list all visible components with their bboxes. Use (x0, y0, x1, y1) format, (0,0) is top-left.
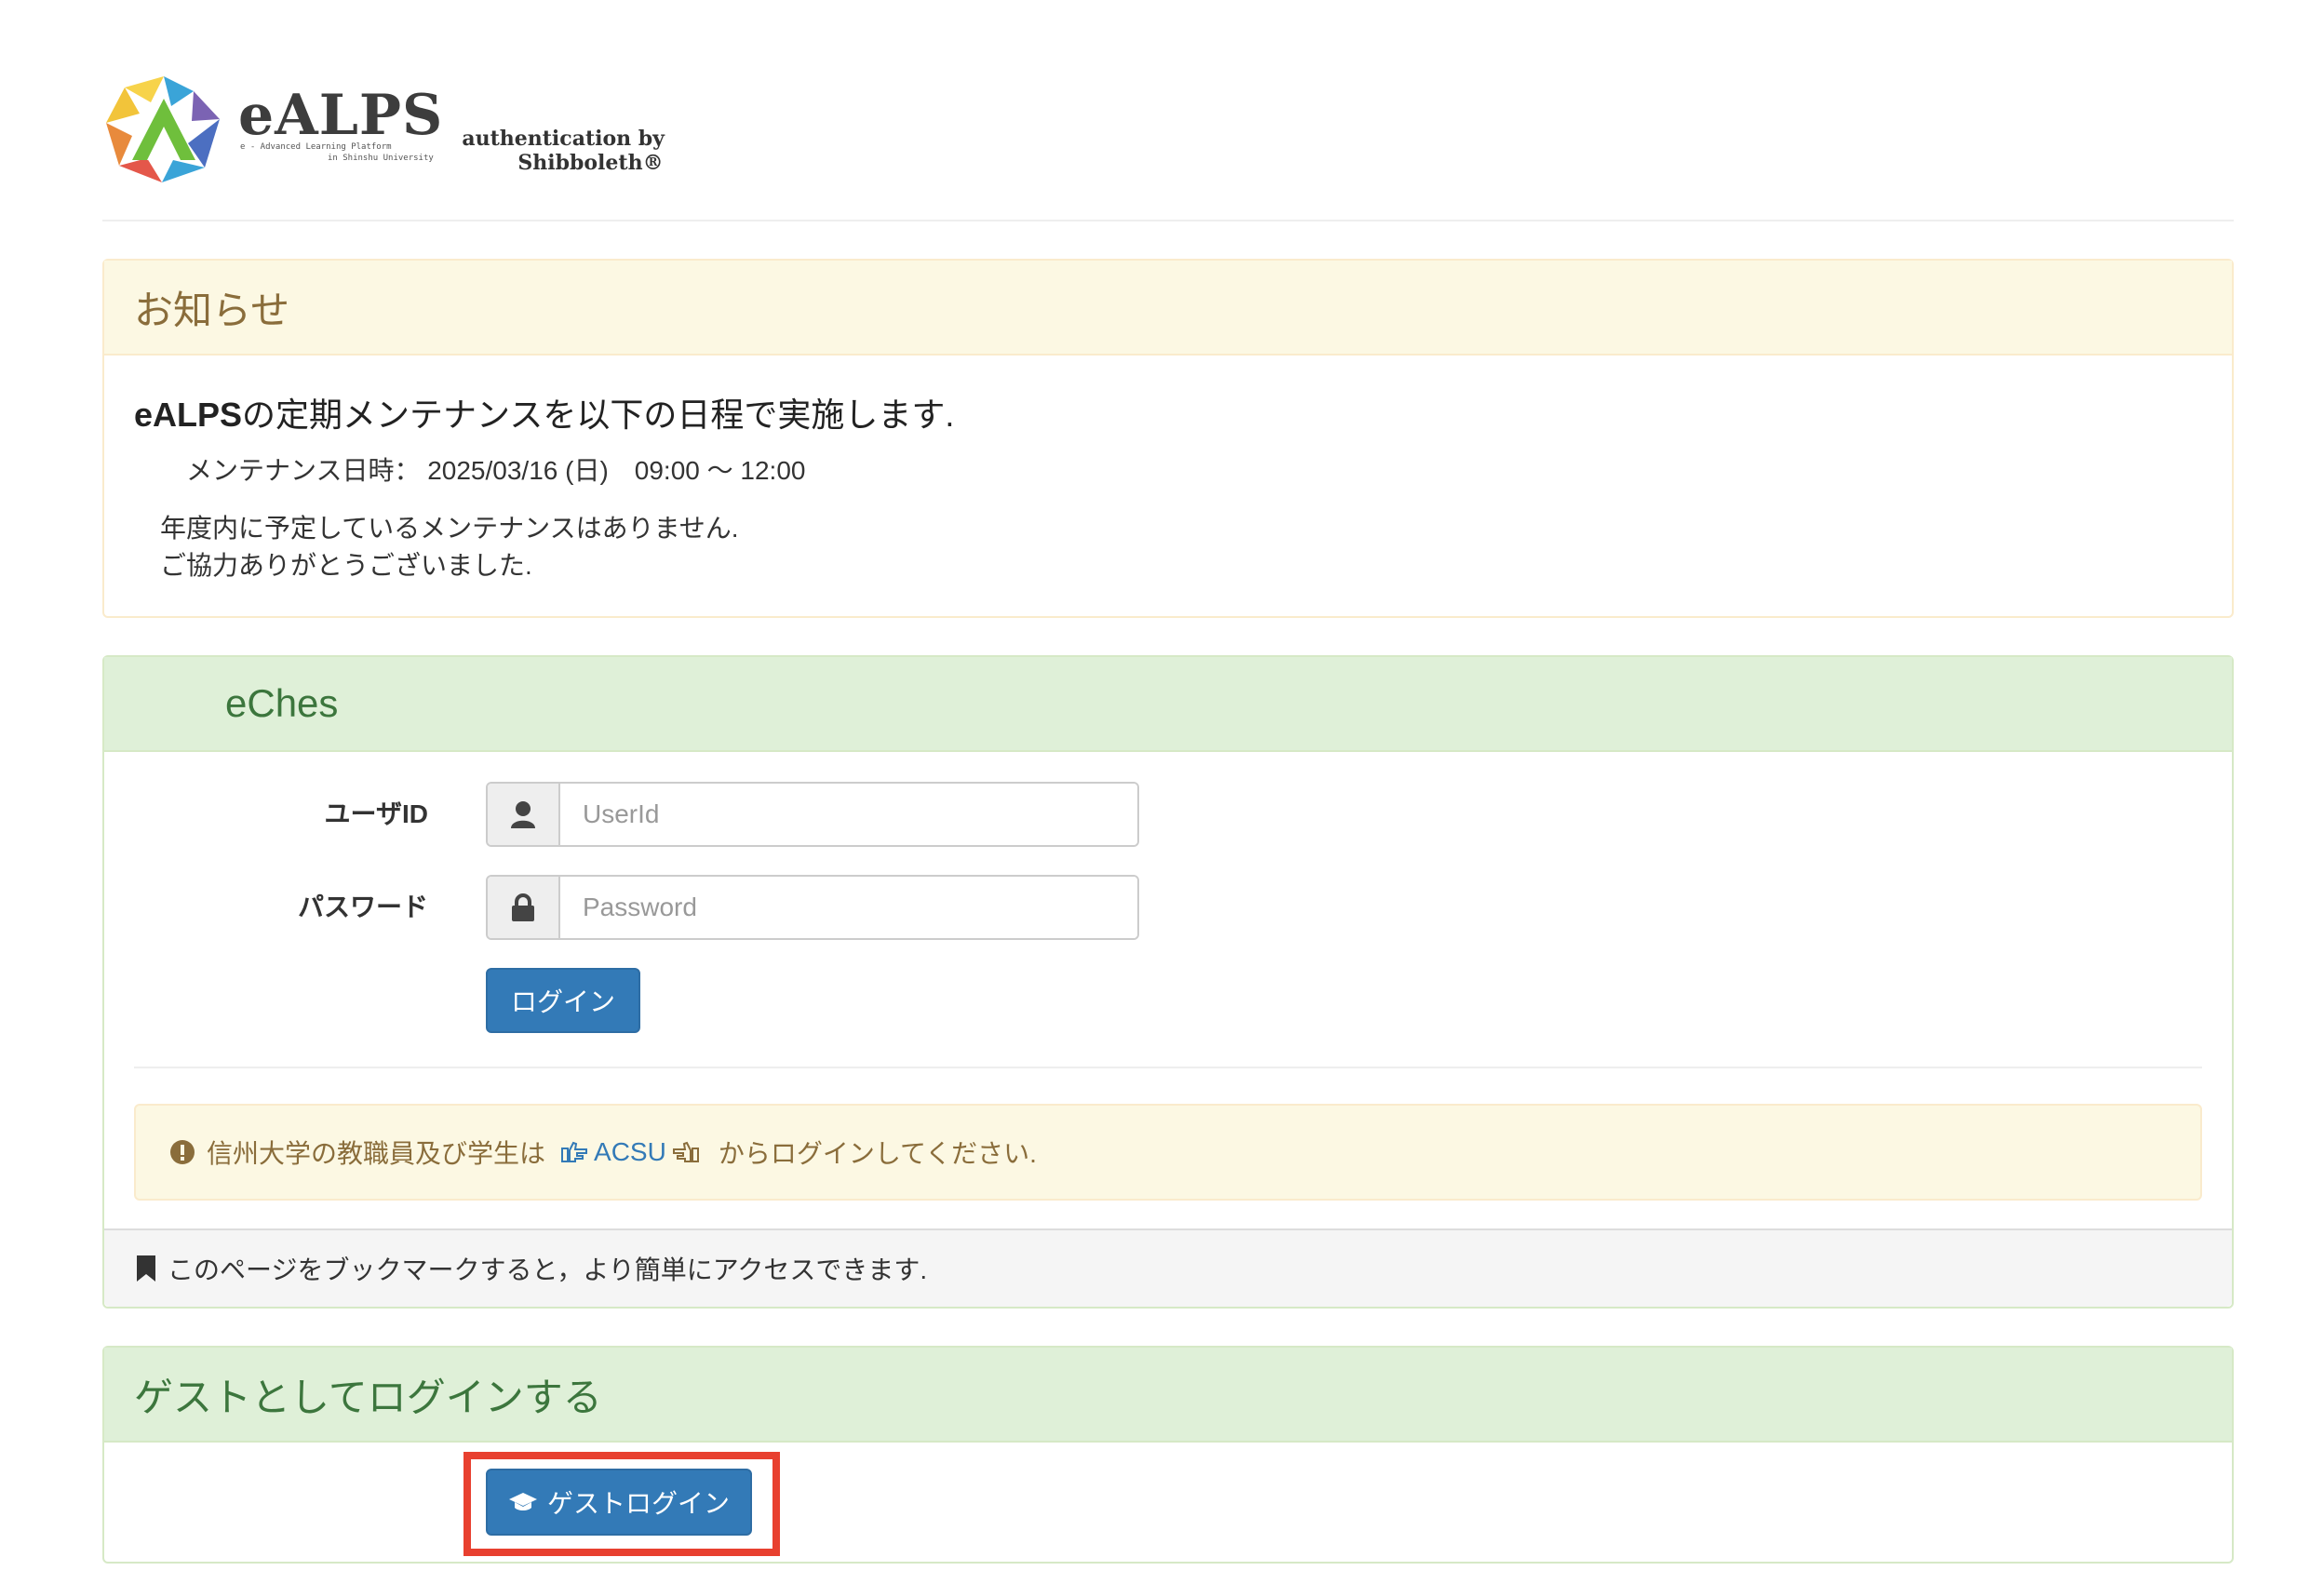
alert-suffix: からログインしてください. (718, 1139, 1037, 1168)
userid-label: ユーザID (324, 799, 428, 828)
auth-by-line-2: Shibboleth® (517, 151, 664, 175)
acsu-alert: 信州大学の教職員及び学生は ACSU からログインしてください. (134, 1104, 2202, 1201)
notice-line-2: ご協力ありがとうございました. (160, 551, 532, 580)
user-icon (488, 784, 560, 845)
notice-lines: 年度内に予定しているメンテナンスはありません. ご協力ありがとうございました. (160, 510, 2202, 584)
exclamation-circle-icon (169, 1139, 195, 1165)
ealps-logo: eALPS e - Advanced Learning Platform in … (102, 71, 665, 186)
userid-input-group (486, 782, 1139, 847)
password-input[interactable] (560, 877, 1137, 938)
notice-panel: お知らせ eALPSの定期メンテナンスを以下の日程で実施します. メンテナンス日… (102, 259, 2234, 618)
login-button[interactable]: ログイン (486, 968, 640, 1033)
guest-panel: ゲストとしてログインする ゲストログイン (102, 1346, 2234, 1564)
bookmark-footer: このページをブックマークすると，より簡単にアクセスできます. (104, 1228, 2232, 1307)
alert-prefix: 信州大学の教職員及び学生は (207, 1139, 546, 1168)
notice-body: eALPSの定期メンテナンスを以下の日程で実施します. メンテナンス日時： 20… (104, 356, 2232, 620)
password-input-group (486, 875, 1139, 940)
lock-icon (488, 877, 560, 938)
form-divider (134, 1067, 2202, 1068)
header: eALPS e - Advanced Learning Platform in … (102, 56, 2234, 221)
guest-login-label: ゲストログイン (546, 1489, 730, 1518)
logo-text: eALPS e - Advanced Learning Platform in … (238, 83, 444, 164)
page: eALPS e - Advanced Learning Platform in … (0, 0, 2324, 1584)
password-label: パスワード (297, 893, 428, 921)
password-row: パスワード (104, 875, 2232, 940)
guest-login-button[interactable]: ゲストログイン (486, 1469, 752, 1536)
ealps-logo-icon (106, 76, 220, 182)
acsu-link[interactable]: ACSU (594, 1137, 666, 1167)
userid-input[interactable] (560, 784, 1137, 845)
userid-row: ユーザID (104, 782, 2232, 847)
guest-heading: ゲストとしてログインする (104, 1348, 2232, 1443)
login-heading: eChes (104, 657, 2232, 752)
notice-title-rest: の定期メンテナンスを以下の日程で実施します. (242, 396, 955, 434)
bookmark-icon (136, 1255, 156, 1282)
notice-title-bold: eALPS (134, 396, 243, 434)
notice-line-1: 年度内に予定しているメンテナンスはありません. (160, 514, 739, 543)
login-panel: eChes ユーザID パスワード ログイン (102, 655, 2234, 1309)
maintenance-date: メンテナンス日時： 2025/03/16 (日) 09:00 〜 12:00 (186, 456, 806, 485)
auth-by-line-1: authentication by (462, 127, 665, 151)
logo-subtitle-2: in Shinshu University (328, 154, 434, 163)
hand-point-right-icon (560, 1141, 588, 1163)
bookmark-text: このページをブックマークすると，より簡単にアクセスできます. (168, 1255, 928, 1284)
notice-title: eALPSの定期メンテナンスを以下の日程で実施します. (134, 391, 2202, 439)
hand-point-left-icon (672, 1141, 700, 1163)
auth-by-shibboleth: authentication by Shibboleth® (462, 127, 665, 175)
graduation-cap-icon (508, 1491, 538, 1513)
notice-heading: お知らせ (104, 261, 2232, 356)
logo-word: eALPS (238, 83, 444, 148)
